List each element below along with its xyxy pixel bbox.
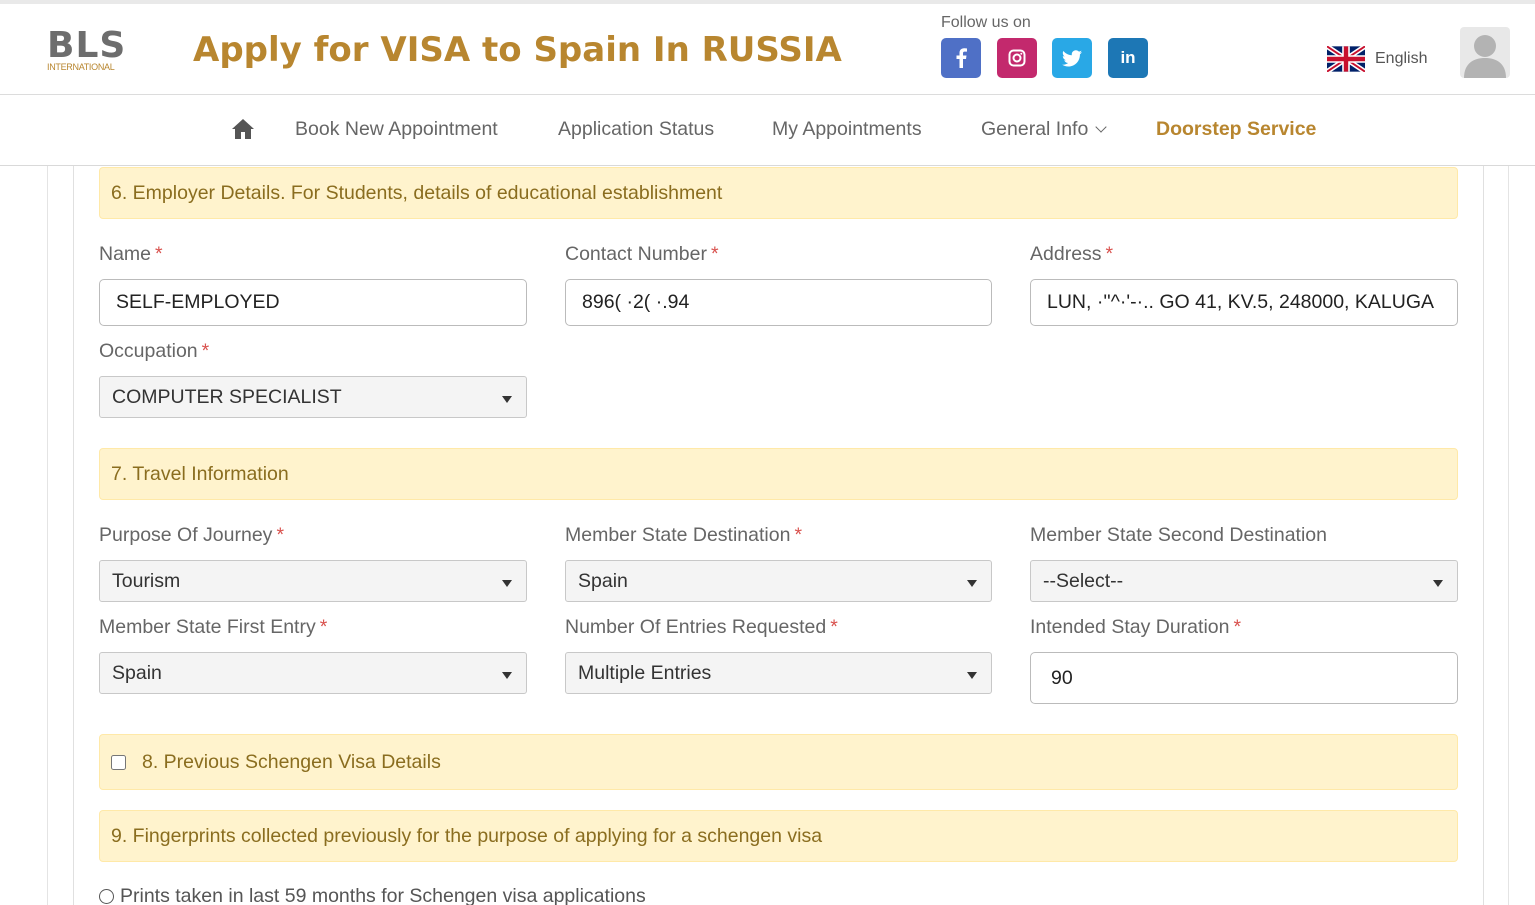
destination-label: Member State Destination * (565, 524, 803, 546)
nav-general-info[interactable]: General Info (981, 118, 1107, 141)
section-employer-header: 6. Employer Details. For Students, detai… (99, 167, 1458, 219)
linkedin-icon[interactable]: in (1108, 38, 1148, 78)
nav-general-info-label: General Info (981, 118, 1089, 140)
stay-duration-input[interactable]: 90 (1030, 652, 1458, 704)
dropdown-caret-icon (1433, 579, 1443, 587)
stay-duration-label: Intended Stay Duration * (1030, 616, 1242, 638)
contact-number-label: Contact Number * (565, 243, 719, 265)
schengen-checkbox[interactable] (111, 754, 126, 770)
bls-logo[interactable]: BLS INTERNATIONAL (47, 28, 127, 76)
page-border-right (1508, 166, 1509, 905)
occupation-value: COMPUTER SPECIALIST (112, 385, 342, 408)
purpose-label: Purpose Of Journey * (99, 524, 285, 546)
address-input[interactable]: LUN, ·''^·'-·.. GO 41, KV.5, 248000, KAL… (1030, 279, 1458, 326)
first-entry-value: Spain (112, 661, 162, 684)
entries-select[interactable]: Multiple Entries (565, 652, 992, 694)
section-travel-header: 7. Travel Information (99, 448, 1458, 500)
contact-number-input[interactable]: 896( ·2( ·.94 (565, 279, 992, 326)
main-nav: Book New Appointment Application Status … (0, 95, 1535, 166)
fingerprints-option-label: Prints taken in last 59 months for Schen… (120, 885, 646, 905)
nav-my-appointments[interactable]: My Appointments (772, 118, 922, 141)
occupation-select[interactable]: COMPUTER SPECIALIST (99, 376, 527, 418)
destination-value: Spain (578, 569, 628, 592)
entries-label: Number Of Entries Requested * (565, 616, 838, 638)
section-employer-title: 6. Employer Details. For Students, detai… (111, 181, 723, 204)
page-title: Apply for VISA to Spain In RUSSIA (193, 30, 842, 70)
dropdown-caret-icon (502, 579, 512, 587)
dropdown-caret-icon (967, 579, 977, 587)
destination-select[interactable]: Spain (565, 560, 992, 602)
instagram-icon[interactable] (997, 38, 1037, 78)
radio-button[interactable] (99, 889, 114, 904)
name-label: Name * (99, 243, 163, 265)
purpose-value: Tourism (112, 569, 181, 592)
site-header: BLS INTERNATIONAL Apply for VISA to Spai… (0, 0, 1535, 95)
language-selector[interactable]: English (1327, 46, 1427, 72)
section-schengen-header: 8. Previous Schengen Visa Details (99, 734, 1458, 790)
name-input[interactable]: SELF-EMPLOYED (99, 279, 527, 326)
purpose-select[interactable]: Tourism (99, 560, 527, 602)
nav-doorstep-service[interactable]: Doorstep Service (1156, 118, 1316, 141)
occupation-label: Occupation * (99, 340, 210, 362)
second-destination-select[interactable]: --Select-- (1030, 560, 1458, 602)
first-entry-select[interactable]: Spain (99, 652, 527, 694)
second-destination-value: --Select-- (1043, 569, 1124, 592)
language-label: English (1375, 50, 1428, 67)
address-label: Address * (1030, 243, 1114, 265)
section-schengen-title: 8. Previous Schengen Visa Details (142, 750, 441, 773)
linkedin-glyph: in (1120, 48, 1136, 67)
follow-us-label: Follow us on (941, 14, 1031, 31)
section-fingerprints-title: 9. Fingerprints collected previously for… (111, 824, 823, 847)
logo-text: BLS (47, 25, 127, 66)
section-travel-title: 7. Travel Information (111, 462, 289, 485)
section-fingerprints-header: 9. Fingerprints collected previously for… (99, 810, 1458, 862)
dropdown-caret-icon (502, 395, 512, 403)
user-avatar[interactable] (1460, 27, 1510, 78)
chevron-down-icon (1095, 121, 1107, 133)
dropdown-caret-icon (502, 671, 512, 679)
dropdown-caret-icon (967, 671, 977, 679)
fingerprints-radio-option[interactable]: Prints taken in last 59 months for Schen… (99, 885, 646, 905)
first-entry-label: Member State First Entry * (99, 616, 328, 638)
nav-book-new-appointment[interactable]: Book New Appointment (295, 118, 498, 141)
twitter-icon[interactable] (1052, 38, 1092, 78)
nav-application-status[interactable]: Application Status (558, 118, 714, 141)
facebook-icon[interactable] (941, 38, 981, 78)
entries-value: Multiple Entries (578, 661, 712, 684)
page-border-left (47, 166, 48, 905)
home-icon[interactable] (231, 118, 255, 140)
uk-flag-icon (1327, 46, 1365, 72)
second-destination-label: Member State Second Destination (1030, 524, 1327, 546)
